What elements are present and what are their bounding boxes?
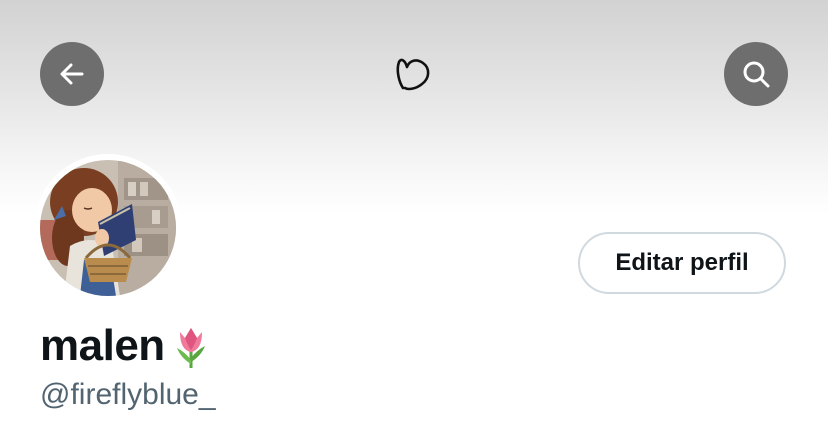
display-name: malen (40, 321, 165, 370)
display-name-row: malen (40, 318, 211, 374)
heart-doodle-icon (396, 58, 430, 91)
tulip-icon (176, 328, 205, 368)
back-button[interactable] (40, 42, 104, 106)
avatar[interactable] (40, 160, 176, 296)
username-handle: @fireflyblue_ (40, 378, 216, 411)
edit-profile-button[interactable]: Editar perfil (578, 232, 786, 294)
search-icon (743, 61, 770, 88)
arrow-left-icon (60, 63, 84, 85)
search-button[interactable] (724, 42, 788, 106)
avatar-image (40, 160, 176, 296)
